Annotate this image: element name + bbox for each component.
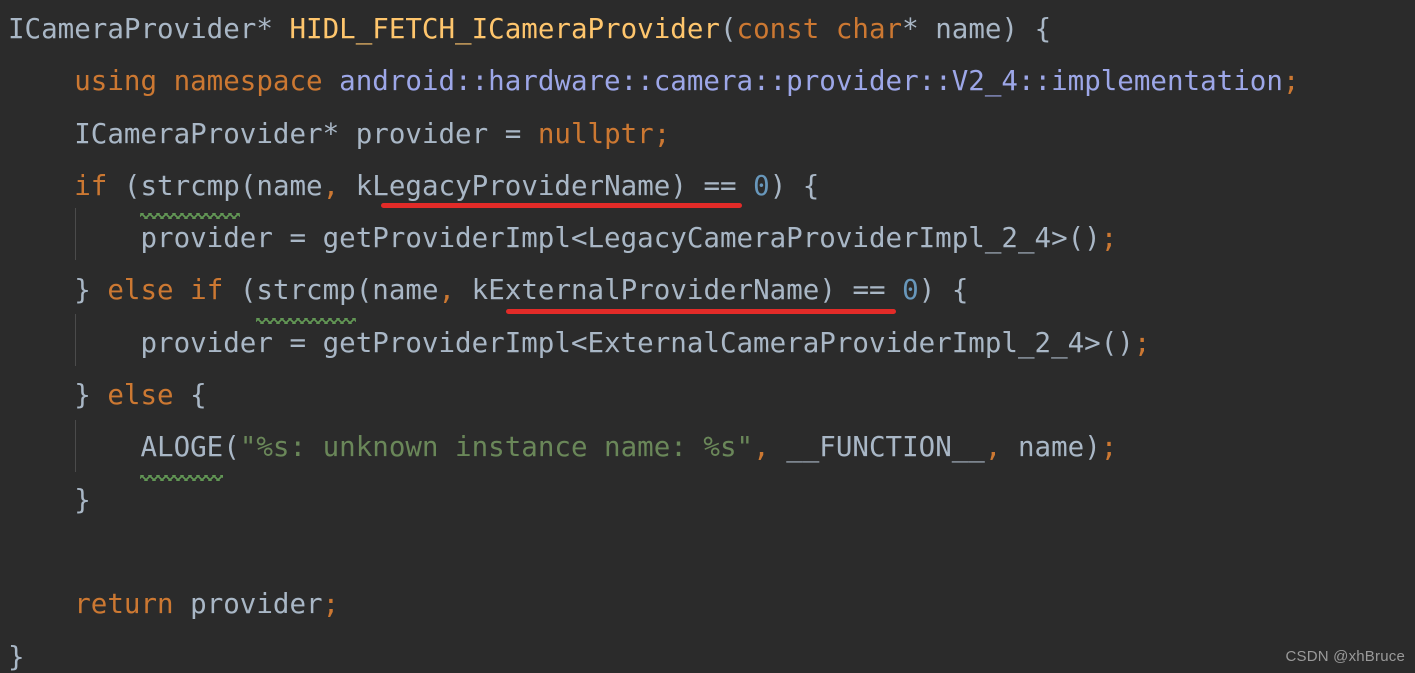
red-underline-kLegacyProviderName xyxy=(381,203,742,208)
code-token: , xyxy=(753,431,770,464)
code-token: ( xyxy=(239,169,257,202)
code-token: <ExternalCameraProviderImpl_2_4>() xyxy=(570,326,1134,359)
code-line[interactable]: ALOGE("%s: unknown instance name: %s", _… xyxy=(0,421,1415,482)
code-token: ; xyxy=(1133,326,1151,359)
code-token: ) xyxy=(1084,431,1101,464)
code-line[interactable]: using namespace android::hardware::camer… xyxy=(0,55,1415,107)
code-line[interactable]: } xyxy=(0,474,1415,526)
code-token: , xyxy=(984,431,1002,464)
code-token: HIDL_FETCH_ICameraProvider xyxy=(289,13,720,45)
red-underline-kExternalProviderName xyxy=(506,309,896,314)
code-token: provider xyxy=(140,326,273,359)
code-token: char xyxy=(835,13,903,45)
code-token: = xyxy=(272,326,323,359)
code-token: ( xyxy=(107,169,141,202)
code-token: } xyxy=(8,379,91,412)
code-token: ICameraProvider xyxy=(8,13,257,45)
code-token: name xyxy=(372,274,439,307)
code-token: kExternalProviderName xyxy=(471,274,820,307)
code-token: 0 xyxy=(753,169,770,202)
code-token: ) == xyxy=(819,274,903,307)
csdn-watermark: CSDN @xhBruce xyxy=(1285,648,1405,665)
code-token: } xyxy=(8,483,91,516)
code-token-warning: strcmp xyxy=(256,264,357,325)
code-token: "%s: unknown instance name: %s" xyxy=(239,431,754,464)
code-token: return xyxy=(74,588,174,621)
code-token: ; xyxy=(1282,65,1300,98)
code-token: } xyxy=(8,274,91,307)
indent-guide-line xyxy=(75,420,76,472)
code-token: kLegacyProviderName xyxy=(355,169,671,202)
code-token: { xyxy=(173,379,207,412)
code-token: ICameraProvider xyxy=(74,117,323,150)
code-token: ( xyxy=(223,274,257,307)
code-token: getProviderImpl xyxy=(322,326,571,359)
code-token: name xyxy=(1018,431,1085,464)
code-token: ) { xyxy=(769,169,820,202)
code-token: nullptr xyxy=(537,117,654,150)
code-token: ( xyxy=(719,13,737,45)
code-token: ( xyxy=(223,431,240,464)
code-token: else if xyxy=(107,274,224,307)
code-line[interactable]: ICameraProvider* HIDL_FETCH_ICameraProvi… xyxy=(0,3,1415,55)
code-token: ) { xyxy=(1001,13,1052,45)
code-line[interactable]: return provider; xyxy=(0,578,1415,630)
code-token: * xyxy=(322,117,356,150)
indent-guide-line xyxy=(75,208,76,260)
code-token: getProviderImpl xyxy=(322,222,571,255)
code-token: ; xyxy=(322,588,340,621)
code-token: name xyxy=(935,13,1002,45)
code-line[interactable]: } else { xyxy=(0,369,1415,421)
code-token: provider xyxy=(190,588,323,621)
code-token: provider xyxy=(355,117,489,150)
code-token: <LegacyCameraProviderImpl_2_4>() xyxy=(570,222,1101,255)
code-token: } xyxy=(8,640,25,673)
code-token: else xyxy=(107,379,174,412)
code-token: = xyxy=(272,222,323,255)
code-token-warning: ALOGE xyxy=(140,421,223,482)
code-line[interactable]: } xyxy=(0,631,1415,673)
code-token-warning: strcmp xyxy=(140,160,241,220)
code-line[interactable] xyxy=(0,526,1415,578)
code-token: , xyxy=(438,274,456,307)
code-token: * xyxy=(902,13,936,45)
code-token: ) { xyxy=(918,274,969,307)
code-token: android::hardware::camera::provider::V2_… xyxy=(339,65,1283,98)
code-token: * xyxy=(256,13,290,45)
code-token: provider xyxy=(140,222,273,255)
code-editor-content[interactable]: ICameraProvider* HIDL_FETCH_ICameraProvi… xyxy=(0,0,1415,673)
code-token: using namespace xyxy=(74,65,323,98)
code-token: const xyxy=(736,13,820,45)
code-line[interactable]: provider = getProviderImpl<LegacyCameraP… xyxy=(0,212,1415,264)
code-token: ( xyxy=(355,274,373,307)
code-token: = xyxy=(488,117,538,150)
code-token: __FUNCTION__ xyxy=(786,431,985,464)
code-token: , xyxy=(322,169,340,202)
code-token: ; xyxy=(1100,431,1118,464)
code-token: ; xyxy=(1100,222,1118,255)
indent-guide-line xyxy=(75,314,76,366)
code-line[interactable]: provider = getProviderImpl<ExternalCamer… xyxy=(0,317,1415,369)
code-token: if xyxy=(74,169,108,202)
code-token: ) == xyxy=(670,169,754,202)
code-token: ; xyxy=(653,117,671,150)
code-token: name xyxy=(256,169,323,202)
code-screenshot: ICameraProvider* HIDL_FETCH_ICameraProvi… xyxy=(0,0,1415,673)
code-line[interactable]: ICameraProvider* provider = nullptr; xyxy=(0,108,1415,160)
code-token: 0 xyxy=(902,274,919,307)
